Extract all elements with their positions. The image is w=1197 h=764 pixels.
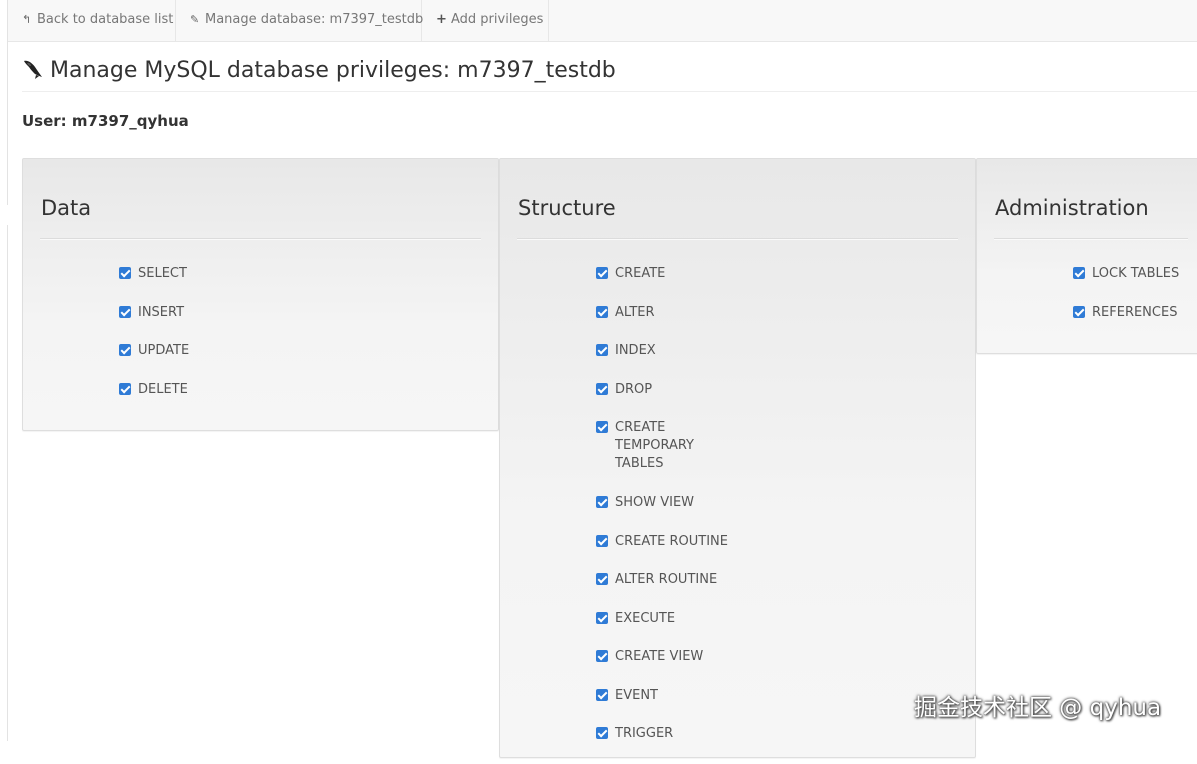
alter-routine-checkbox[interactable] [596,573,608,585]
page-title: Manage MySQL database privileges: m7397_… [22,58,1197,92]
show-view-checkbox[interactable] [596,496,608,508]
panel-divider [994,238,1188,240]
create-view-checkbox[interactable] [596,650,608,662]
watermark: 掘金技术社区 @ qyhua [914,695,1162,721]
back-to-database-list-link[interactable]: ↰ Back to database list [8,0,176,41]
references-checkbox[interactable] [1073,305,1085,318]
privilege-label[interactable]: EVENT [615,687,725,705]
nav-label: Add privileges [451,12,544,27]
execute-checkbox[interactable] [596,611,608,624]
lock-tables-checkbox[interactable] [1073,267,1085,279]
create-temporary-tables-checkbox[interactable] [596,421,608,433]
page-left-border [7,0,8,741]
reply-icon: ↰ [22,13,32,26]
privilege-label[interactable]: ALTER ROUTINE [615,571,745,589]
privilege-label[interactable]: CREATE [615,265,725,283]
trigger-checkbox[interactable] [596,727,608,739]
privilege-label[interactable]: INDEX [615,342,725,360]
page-left-border-gap [7,205,8,225]
panel-divider [40,238,481,240]
index-checkbox[interactable] [596,344,608,356]
privilege-label[interactable]: CREATE VIEW [615,648,725,666]
privilege-label[interactable]: LOCK TABLES [1092,265,1197,283]
nav-label: Manage database: m7397_testdb [205,12,424,27]
privilege-label[interactable]: UPDATE [138,342,248,360]
privilege-label[interactable]: DROP [615,381,725,399]
panel-title: Administration [995,196,1149,220]
create-routine-checkbox[interactable] [596,534,608,547]
manage-database-link[interactable]: ✎ Manage database: m7397_testdb [176,0,424,41]
create-checkbox[interactable] [596,267,608,279]
privilege-label[interactable]: DELETE [138,381,248,399]
panel-data: Data SELECT INSERT UPDATE DELETE [22,158,499,431]
privilege-label[interactable]: ALTER [615,304,725,322]
update-checkbox[interactable] [119,344,131,356]
drop-checkbox[interactable] [596,382,608,395]
insert-checkbox[interactable] [119,305,131,318]
edit-icon: ✎ [190,13,200,26]
user-label: User: m7397_qyhua [22,112,189,130]
privilege-label[interactable]: SELECT [138,265,248,283]
privilege-label[interactable]: INSERT [138,304,248,322]
plus-icon: + [436,12,447,27]
privilege-label[interactable]: SHOW VIEW [615,494,725,512]
panel-divider [517,238,958,240]
mysql-dolphin-icon [24,60,42,79]
nav-label: Back to database list [37,12,174,27]
delete-checkbox[interactable] [119,382,131,395]
privilege-label[interactable]: EXECUTE [615,610,725,628]
privilege-label[interactable]: CREATE TEMPORARY TABLES [615,419,705,473]
alter-checkbox[interactable] [596,305,608,318]
select-checkbox[interactable] [119,267,131,279]
panel-administration: Administration LOCK TABLES REFERENCES [976,158,1197,354]
event-checkbox[interactable] [596,688,608,701]
privilege-label[interactable]: REFERENCES [1092,304,1197,322]
panel-title: Structure [518,196,616,220]
add-privileges-link[interactable]: + Add privileges [422,0,549,41]
page-title-text: Manage MySQL database privileges: m7397_… [50,58,616,83]
panel-structure: Structure CREATE ALTER INDEX DROP CREATE… [499,158,976,758]
privilege-label[interactable]: TRIGGER [615,725,725,743]
top-navbar: ↰ Back to database list ✎ Manage database:… [8,0,1197,42]
privilege-label[interactable]: CREATE ROUTINE [615,533,745,551]
panel-title: Data [41,196,92,220]
